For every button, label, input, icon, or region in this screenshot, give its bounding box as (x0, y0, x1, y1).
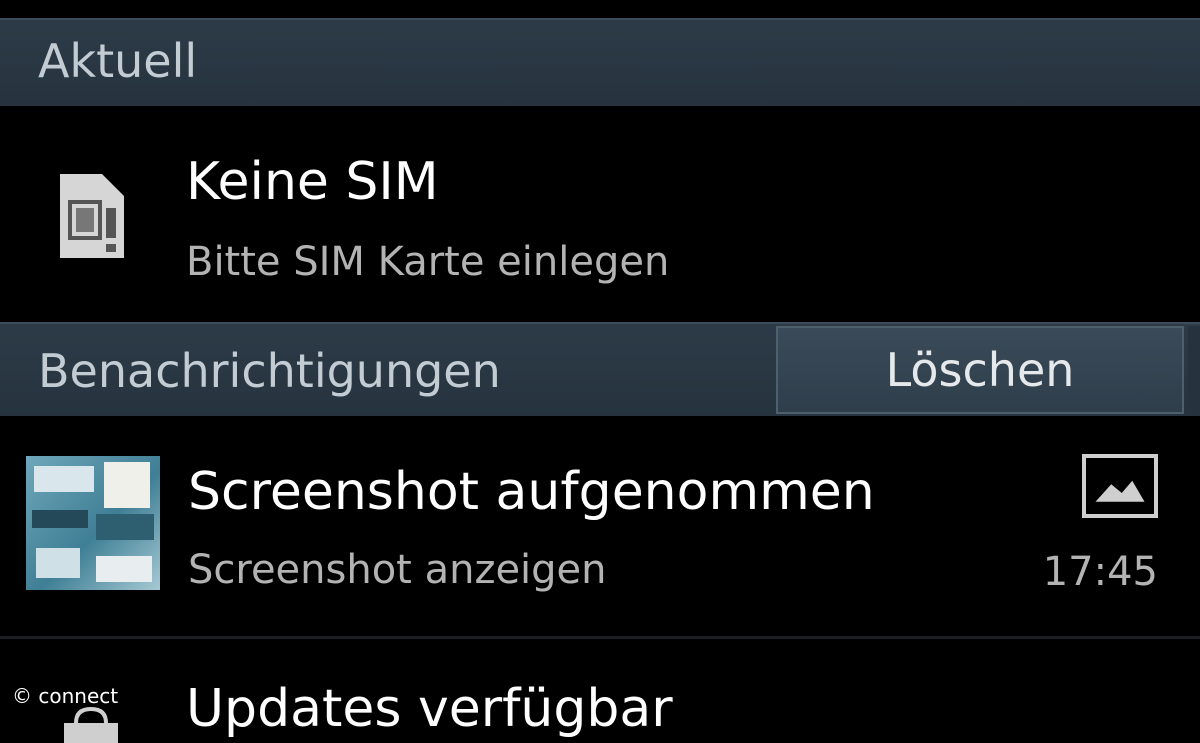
notification-screenshot[interactable]: Screenshot aufgenommen Screenshot anzeig… (0, 416, 1200, 630)
notification-subtitle: Bitte SIM Karte einlegen (186, 239, 670, 285)
status-bar-strip (0, 0, 1200, 18)
notification-time: 17:45 (1042, 549, 1158, 595)
shopping-bag-icon (64, 706, 118, 743)
notification-no-sim[interactable]: Keine SIM Bitte SIM Karte einlegen (0, 106, 1200, 320)
copyright-watermark: © connect (12, 684, 119, 708)
section-title-current: Aktuell (38, 34, 198, 88)
header-edge (1188, 326, 1200, 414)
notification-title: Updates verfügbar (186, 679, 673, 739)
section-header-notifications: Benachrichtigungen Löschen (0, 322, 1200, 416)
notification-updates[interactable]: Updates verfügbar (0, 636, 1200, 743)
notification-title: Screenshot aufgenommen (188, 462, 875, 522)
notification-subtitle: Screenshot anzeigen (188, 547, 607, 593)
sim-card-icon (60, 174, 124, 258)
picture-icon (1082, 454, 1158, 518)
screenshot-thumbnail (26, 456, 160, 590)
section-header-current: Aktuell (0, 18, 1200, 106)
notification-title: Keine SIM (186, 152, 439, 212)
section-title-notifications: Benachrichtigungen (38, 344, 501, 398)
clear-notifications-button[interactable]: Löschen (776, 326, 1184, 414)
